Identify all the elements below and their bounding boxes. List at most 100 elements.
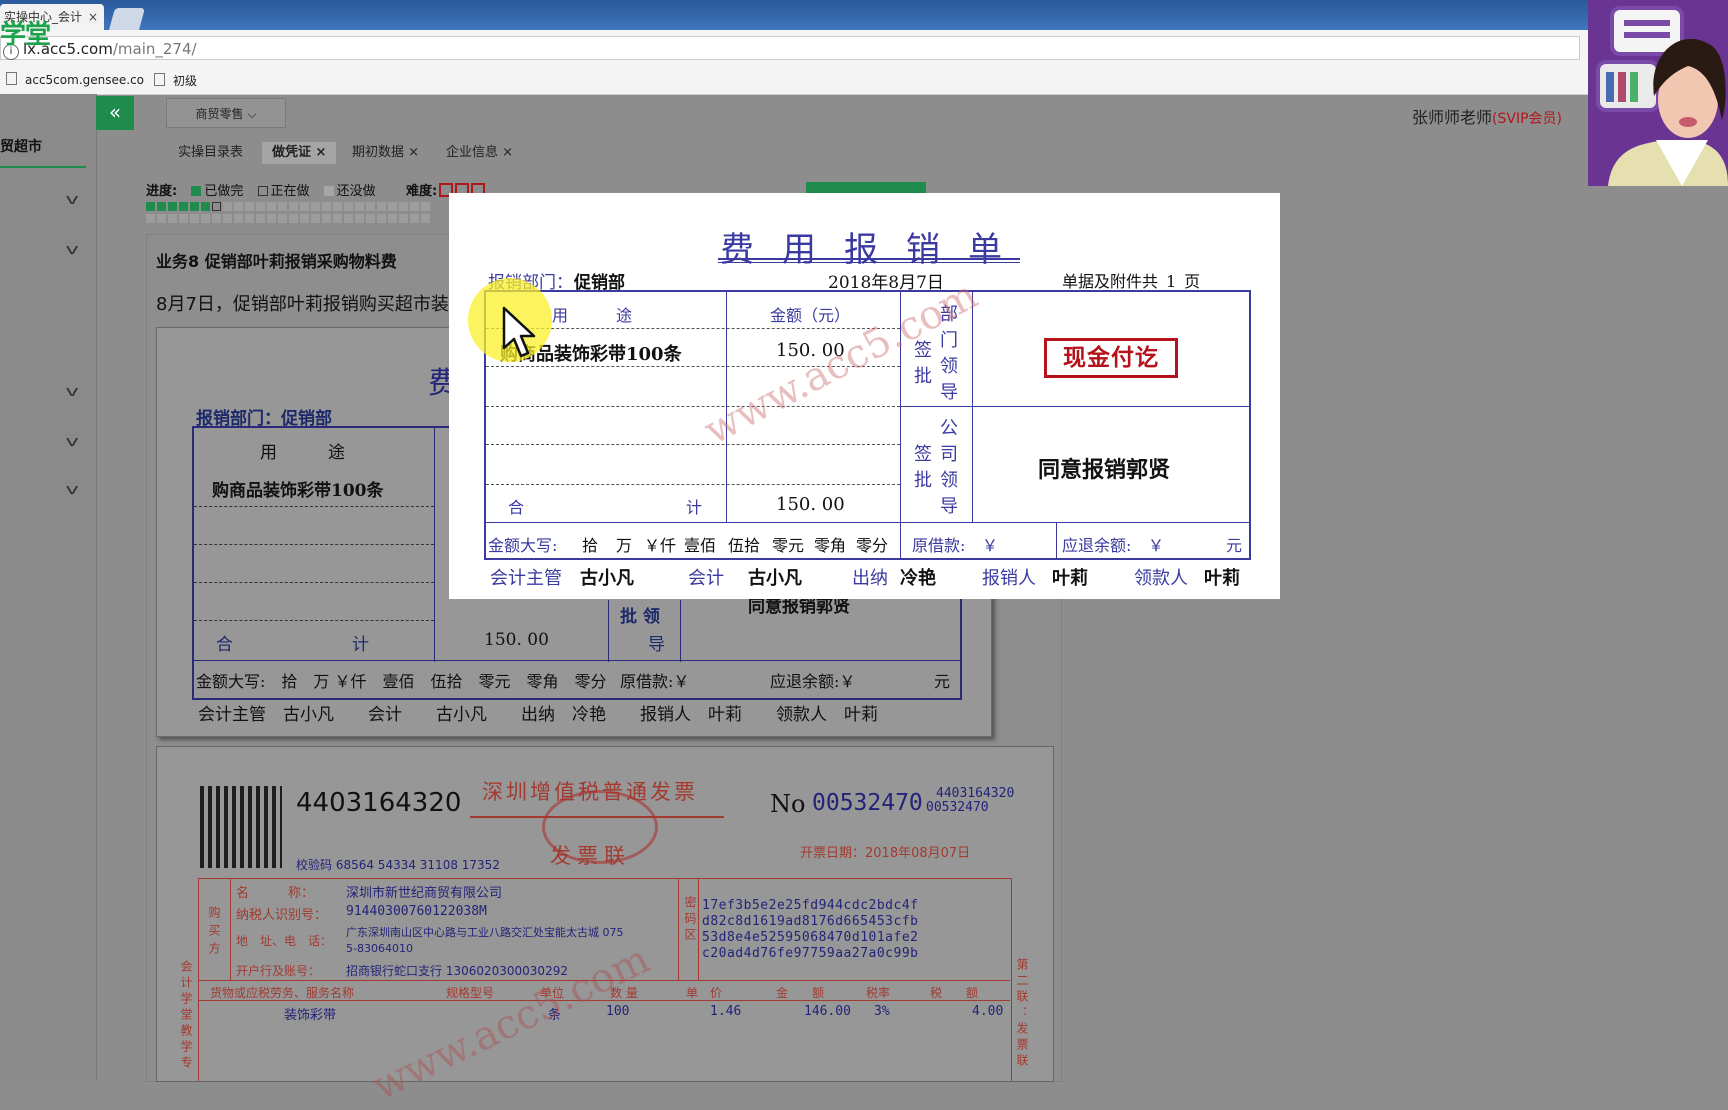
progress-dot[interactable] (421, 202, 430, 211)
chevron-down-icon[interactable]: v (66, 434, 79, 450)
upper-amount-label: 金额大写: (488, 536, 558, 555)
company-approve-char: 导 (940, 496, 958, 517)
upper-unit: 零分 (856, 536, 889, 555)
progress-dot[interactable] (201, 214, 210, 223)
progress-dot[interactable] (366, 214, 375, 223)
progress-dot[interactable] (311, 214, 320, 223)
progress-dot[interactable] (245, 202, 254, 211)
progress-dot[interactable] (146, 202, 155, 211)
sidebar-title: 贸超市 (0, 139, 42, 155)
progress-dot[interactable] (388, 214, 397, 223)
tab-company-info[interactable]: 企业信息 × (436, 142, 523, 164)
bg-row-line (194, 660, 960, 661)
progress-dot[interactable] (223, 214, 232, 223)
col-goods: 货物或应税劳务、服务名称 (210, 986, 355, 1000)
table-row-line (486, 522, 1249, 523)
buyer-name: 深圳市新世纪商贸有限公司 (346, 886, 503, 901)
tab-voucher[interactable]: 做凭证 × (262, 142, 337, 164)
tab-close-icon[interactable]: × (88, 4, 98, 30)
tab-close-icon[interactable]: × (408, 145, 419, 160)
progress-dot[interactable] (234, 214, 243, 223)
progress-dot[interactable] (245, 214, 254, 223)
chevron-down-icon[interactable]: v (66, 192, 79, 208)
col-use-header: 用 途 (552, 306, 633, 325)
invoice-number-small: 00532470 (926, 800, 989, 815)
progress-dot[interactable] (333, 214, 342, 223)
bg-loan: 原借款:￥ (620, 672, 690, 691)
progress-dot[interactable] (366, 202, 375, 211)
progress-dot[interactable] (278, 202, 287, 211)
attach-count: 单据及附件共_1_页 (1062, 272, 1201, 291)
company-approve-char: 签 (914, 444, 932, 465)
progress-dot[interactable] (190, 214, 199, 223)
progress-dot[interactable] (399, 214, 408, 223)
chevron-down-icon[interactable]: v (66, 242, 79, 258)
bg-sign-dept: 导 (648, 635, 665, 655)
chevron-down-icon[interactable]: v (66, 482, 79, 498)
progress-dot[interactable] (300, 202, 309, 211)
progress-dot[interactable] (190, 202, 199, 211)
progress-dot[interactable] (410, 202, 419, 211)
total-amount: 150. 00 (776, 494, 845, 515)
trade-dropdown-button[interactable]: 商贸零售 ⌵ (166, 98, 286, 128)
progress-dot[interactable] (377, 214, 386, 223)
progress-dot[interactable] (344, 214, 353, 223)
bookmark-item[interactable]: acc5com.gensee.co (6, 72, 144, 87)
bg-signatures: 会计主管 古小凡 会计 古小凡 出纳 冷艳 报销人 叶莉 领款人 叶莉 (198, 705, 878, 725)
invoice-grid-line (678, 878, 679, 980)
progress-dot[interactable] (168, 214, 177, 223)
progress-dot[interactable] (212, 202, 221, 211)
progress-dot[interactable] (388, 202, 397, 211)
modal-title: 费用报销单 (720, 230, 1030, 270)
progress-dot[interactable] (377, 202, 386, 211)
progress-dot[interactable] (322, 214, 331, 223)
collapse-sidebar-button[interactable]: « (96, 96, 134, 130)
sign-name: 叶莉 (1204, 568, 1240, 589)
progress-dot[interactable] (278, 214, 287, 223)
progress-dot[interactable] (355, 202, 364, 211)
progress-dot[interactable] (311, 202, 320, 211)
progress-dot[interactable] (267, 214, 276, 223)
progress-dot[interactable] (289, 214, 298, 223)
tab-opening-data[interactable]: 期初数据 × (342, 142, 429, 164)
progress-dot[interactable] (399, 202, 408, 211)
dept-approve-char: 导 (940, 382, 958, 403)
progress-dot[interactable] (201, 202, 210, 211)
bookmark-item[interactable]: 初级 (154, 72, 197, 89)
browser-new-tab-button[interactable] (109, 8, 145, 30)
progress-dot[interactable] (157, 214, 166, 223)
progress-dot[interactable] (256, 202, 265, 211)
progress-dot[interactable] (344, 202, 353, 211)
progress-dot[interactable] (212, 214, 221, 223)
progress-dot[interactable] (267, 202, 276, 211)
tab-close-icon[interactable]: × (316, 145, 327, 160)
progress-dot[interactable] (322, 202, 331, 211)
progress-dot[interactable] (410, 214, 419, 223)
chevron-down-icon[interactable]: v (66, 384, 79, 400)
cash-paid-stamp: 现金付讫 (1044, 338, 1178, 378)
sign-label: 会计 (688, 568, 724, 589)
progress-dot[interactable] (179, 214, 188, 223)
row-amount: 146.00 (804, 1004, 851, 1019)
tab-catalog[interactable]: 实操目录表 (168, 142, 253, 164)
progress-dot[interactable] (223, 202, 232, 211)
tab-close-icon[interactable]: × (502, 145, 513, 160)
sidebar-title-underline (0, 166, 86, 168)
progress-dot[interactable] (333, 202, 342, 211)
user-info[interactable]: 张师师老师(SVIP会员) (1412, 104, 1562, 128)
progress-dot[interactable] (300, 214, 309, 223)
url-input[interactable]: i lx.acc5.com/main_274/ (0, 36, 1580, 60)
addr2: 5-83064010 (346, 942, 413, 955)
progress-dot[interactable] (289, 202, 298, 211)
vip-badge: (SVIP会员) (1492, 111, 1562, 127)
progress-dot[interactable] (421, 214, 430, 223)
progress-dot[interactable] (146, 214, 155, 223)
progress-dot[interactable] (168, 202, 177, 211)
progress-dot[interactable] (355, 214, 364, 223)
progress-dot[interactable] (234, 202, 243, 211)
progress-dot[interactable] (256, 214, 265, 223)
sign-name: 古小凡 (580, 568, 634, 589)
progress-dot[interactable] (179, 202, 188, 211)
progress-dot[interactable] (157, 202, 166, 211)
bg-yuan: 元 (934, 672, 951, 691)
